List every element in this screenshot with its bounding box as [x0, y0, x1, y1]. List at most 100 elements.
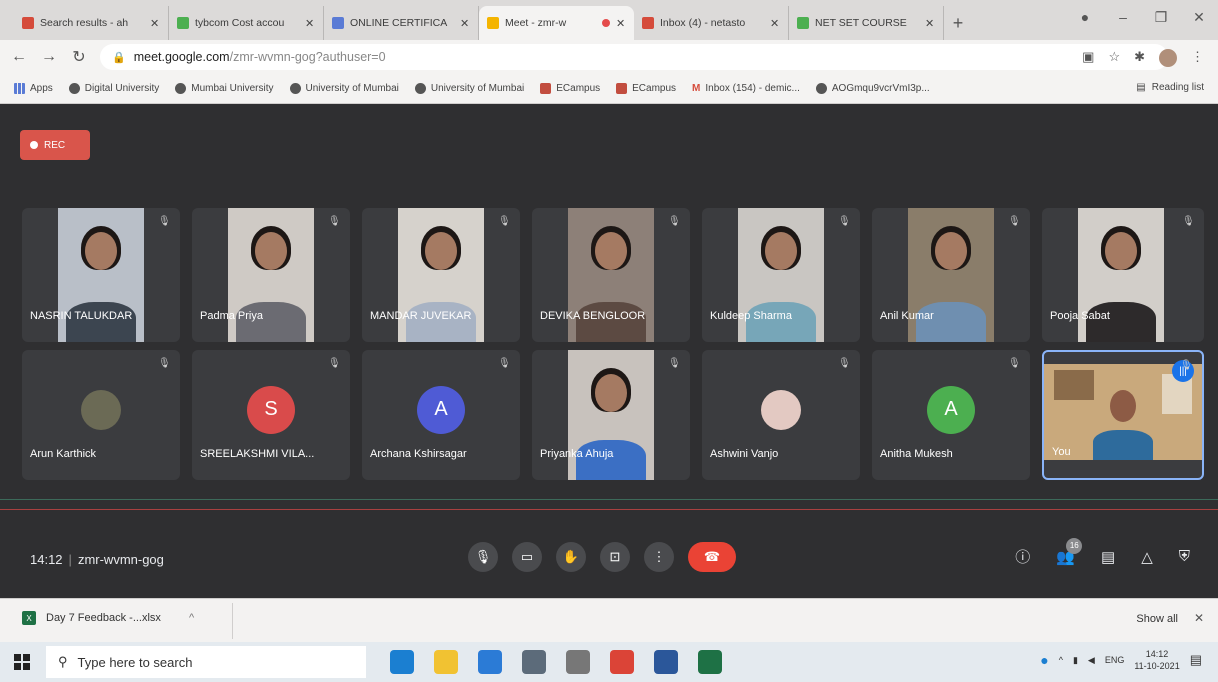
globe-icon [68, 83, 80, 94]
mail-icon[interactable] [478, 650, 502, 674]
chevron-up-icon[interactable]: ^ [189, 612, 194, 624]
bookmark-item[interactable]: AOGmqu9vcrVmI3p... [815, 83, 930, 94]
participant-tile[interactable]: S 🎙 SREELAKSHMI VILA... [192, 350, 350, 480]
tab-close-icon[interactable]: ✕ [616, 17, 626, 30]
taskbar-search[interactable]: ⚲ Type here to search [46, 646, 366, 678]
info-icon[interactable]: ⓘ [1015, 546, 1030, 567]
edge-icon[interactable] [390, 650, 414, 674]
browser-tab[interactable]: Inbox (4) - netasto ✕ [634, 6, 789, 40]
back-icon[interactable]: ← [10, 48, 28, 66]
language-indicator[interactable]: ENG [1105, 655, 1125, 665]
bookmark-item[interactable]: University of Mumbai [289, 83, 399, 94]
tab-title: tybcom Cost accou [195, 17, 285, 29]
self-video-tile[interactable]: ||| 🎙 You [1042, 350, 1204, 480]
show-all-button[interactable]: Show all [1136, 613, 1178, 625]
participant-tile[interactable]: A 🎙 Archana Kshirsagar [362, 350, 520, 480]
windows-start-icon[interactable] [14, 654, 30, 670]
clock-time: 14:12 [1145, 649, 1169, 659]
muted-mic-icon: 🎙 [1008, 358, 1021, 369]
participant-tile[interactable]: 🎙 Padma Priya [192, 208, 350, 342]
mic-icon[interactable]: 🎙 [468, 542, 498, 572]
tab-close-icon[interactable]: ✕ [305, 17, 315, 30]
browser-tab[interactable]: ONLINE CERTIFICA ✕ [324, 6, 479, 40]
tab-title: Inbox (4) - netasto [660, 17, 746, 29]
browser-tab[interactable]: NET SET COURSE ✕ [789, 6, 944, 40]
browser-tab[interactable]: Search results - ah ✕ [14, 6, 169, 40]
forward-icon[interactable]: → [40, 48, 58, 66]
participant-avatar: A [417, 385, 465, 434]
tab-favicon-icon [797, 17, 809, 29]
end-call-button[interactable]: ☎ [688, 542, 736, 572]
dropbox-icon[interactable] [522, 650, 546, 674]
reading-list-button[interactable]: ▤ Reading list [1136, 82, 1204, 93]
participant-tile[interactable]: 🎙 Ashwini Vanjo [702, 350, 860, 480]
file-explorer-icon[interactable] [434, 650, 458, 674]
notification-icon[interactable]: ▤ [1190, 652, 1202, 668]
toolbar-icons: ▣ ☆ ✱ ⋮ [1082, 49, 1204, 67]
profile-avatar[interactable] [1159, 49, 1177, 67]
chrome-icon[interactable] [610, 650, 634, 674]
profile-icon[interactable]: ● [1066, 9, 1104, 25]
menu-icon[interactable]: ⋮ [1191, 49, 1204, 67]
browser-tab[interactable]: tybcom Cost accou ✕ [169, 6, 324, 40]
bookmark-item[interactable]: Mumbai University [175, 83, 274, 94]
extensions-icon[interactable]: ✱ [1134, 49, 1145, 67]
bookmark-item[interactable]: M Inbox (154) - demic... [692, 83, 800, 94]
tab-close-icon[interactable]: ✕ [460, 17, 470, 30]
chevron-up-icon[interactable]: ^ [1059, 655, 1063, 665]
bookmark-item[interactable]: ECampus [540, 83, 600, 94]
bookmark-item[interactable]: Digital University [68, 83, 160, 94]
bookmark-item[interactable]: ECampus [616, 83, 676, 94]
reload-icon[interactable]: ↻ [70, 47, 88, 67]
tab-close-icon[interactable]: ✕ [925, 17, 935, 30]
url-bar[interactable]: 🔒 meet.google.com/zmr-wvmn-gog?authuser=… [100, 44, 1168, 70]
bookmark-item[interactable]: University of Mumbai [414, 83, 524, 94]
muted-mic-icon: 🎙 [328, 216, 341, 227]
participant-name: Padma Priya [200, 310, 263, 322]
present-screen-icon[interactable]: ⊡ [600, 542, 630, 572]
more-options-icon[interactable]: ⋮ [644, 542, 674, 572]
participant-tile[interactable]: 🎙 Pooja Sabat [1042, 208, 1204, 342]
activities-icon[interactable]: △ [1141, 548, 1153, 566]
tray-app-icon[interactable]: ● [1040, 652, 1048, 668]
call-controls: 🎙 ▭ ✋ ⊡ ⋮ ☎ [468, 542, 736, 572]
camera-toggle-icon[interactable]: ▭ [512, 542, 542, 572]
raise-hand-icon[interactable]: ✋ [556, 542, 586, 572]
muted-mic-icon: 🎙 [1008, 216, 1021, 227]
excel-icon[interactable] [698, 650, 722, 674]
host-controls-icon[interactable]: ⛨ [1179, 548, 1190, 565]
network-icon[interactable]: ▮ [1073, 655, 1078, 666]
camera-icon[interactable]: ▣ [1082, 49, 1094, 67]
volume-icon[interactable]: ◀ [1088, 655, 1095, 666]
participant-avatar: S [247, 385, 295, 434]
recording-indicator[interactable]: REC [20, 130, 90, 160]
browser-tab[interactable]: Meet - zmr-w ✕ [479, 6, 634, 40]
participant-tile[interactable]: 🎙 DEVIKA BENGLOOR [532, 208, 690, 342]
bookmark-item[interactable]: Apps [14, 83, 53, 94]
star-icon[interactable]: ☆ [1108, 49, 1120, 67]
obs-icon[interactable] [566, 650, 590, 674]
participant-name: Kuldeep Sharma [710, 310, 792, 322]
close-icon[interactable]: ✕ [1194, 611, 1204, 625]
participant-tile[interactable]: 🎙 Kuldeep Sharma [702, 208, 860, 342]
bookmark-label: Digital University [84, 83, 160, 94]
download-item[interactable]: X Day 7 Feedback -...xlsx ^ [22, 611, 194, 625]
participant-tile[interactable]: 🎙 NASRIN TALUKDAR [22, 208, 180, 342]
participant-tile[interactable]: 🎙 MANDAR JUVEKAR [362, 208, 520, 342]
chat-icon[interactable]: ▤ [1101, 548, 1115, 566]
people-icon[interactable]: 👥 16 [1056, 537, 1083, 566]
word-icon[interactable] [654, 650, 678, 674]
participant-tile[interactable]: A 🎙 Anitha Mukesh [872, 350, 1030, 480]
tab-close-icon[interactable]: ✕ [150, 17, 160, 30]
tab-close-icon[interactable]: ✕ [770, 17, 780, 30]
minimize-button[interactable]: – [1104, 9, 1142, 25]
participant-tile[interactable]: 🎙 Arun Karthick [22, 350, 180, 480]
clock[interactable]: 14:12 11-10-2021 [1134, 648, 1179, 672]
participant-tile[interactable]: 🎙 Priyanka Ahuja [532, 350, 690, 480]
close-window-button[interactable]: ✕ [1180, 9, 1218, 26]
participant-name: Ashwini Vanjo [710, 448, 779, 460]
downloads-bar: X Day 7 Feedback -...xlsx ^ Show all ✕ [0, 598, 1218, 642]
new-tab-button[interactable]: + [944, 6, 972, 40]
participant-tile[interactable]: 🎙 Anil Kumar [872, 208, 1030, 342]
maximize-button[interactable]: ❐ [1142, 9, 1180, 26]
